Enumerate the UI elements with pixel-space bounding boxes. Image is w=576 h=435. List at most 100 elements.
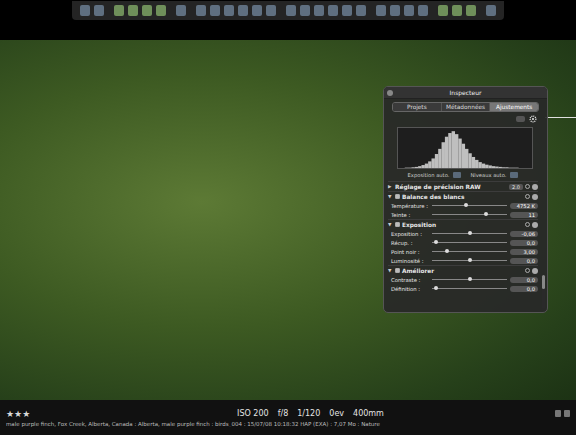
exif-value: 0ev <box>329 409 344 418</box>
auto-button[interactable]: Niveaux auto. <box>470 172 506 178</box>
tool-icon[interactable] <box>128 5 138 16</box>
badge-icon[interactable] <box>564 410 570 417</box>
section-checkbox[interactable] <box>395 194 400 199</box>
tool-icon[interactable] <box>466 5 476 16</box>
histogram-bar <box>442 142 445 168</box>
tool-icon[interactable] <box>196 5 206 16</box>
tool-icon[interactable] <box>286 5 296 16</box>
section-header[interactable]: ▼ Balance des blancs <box>388 191 538 201</box>
value-field[interactable]: 0,0 <box>510 286 538 292</box>
tool-icon[interactable] <box>156 5 166 16</box>
slider[interactable] <box>432 260 507 261</box>
gear-icon[interactable] <box>532 268 538 274</box>
presets-dropdown-icon[interactable] <box>516 116 525 122</box>
tool-icon[interactable] <box>486 5 496 16</box>
tool-icon[interactable] <box>438 5 448 16</box>
section-header[interactable]: ▼ Exposition <box>388 219 538 229</box>
auto-button[interactable]: Exposition auto. <box>408 172 450 178</box>
rating-stars[interactable]: ★★★ <box>6 409 66 419</box>
slider[interactable] <box>432 288 507 289</box>
tool-icon[interactable] <box>418 5 428 16</box>
histogram-bar <box>482 164 485 168</box>
scrollbar[interactable] <box>542 275 545 309</box>
histogram-bar <box>525 168 528 169</box>
tab[interactable]: Projets <box>393 103 441 111</box>
section-header[interactable]: ▶ Réglage de précision RAW 2.0 <box>388 181 538 191</box>
slider-row: Point noir : 3,00 <box>388 247 538 256</box>
inspector-hud[interactable]: Inspecteur ProjetsMétadonnéesAjustements… <box>383 86 548 313</box>
tool-icon[interactable] <box>94 5 104 16</box>
callout-line <box>545 117 576 118</box>
tab[interactable]: Métadonnées <box>441 103 490 111</box>
histogram-bar <box>405 167 408 168</box>
tool-icon[interactable] <box>452 5 462 16</box>
tool-icon[interactable] <box>390 5 400 16</box>
gear-icon[interactable] <box>532 194 538 200</box>
histogram-bar <box>458 139 461 168</box>
section-checkbox[interactable] <box>395 222 400 227</box>
reset-icon[interactable] <box>525 222 530 227</box>
lock-icon[interactable] <box>555 410 561 417</box>
toolbar-group <box>486 5 496 16</box>
close-icon[interactable] <box>387 90 393 96</box>
exif-value: 1/120 <box>297 409 320 418</box>
reset-icon[interactable] <box>525 268 530 273</box>
value-field[interactable]: 0,0 <box>510 240 538 246</box>
value-field[interactable]: 4752 K <box>510 203 538 209</box>
tab-bar: ProjetsMétadonnéesAjustements <box>392 102 539 112</box>
tool-icon[interactable] <box>142 5 152 16</box>
histogram-bar <box>448 133 451 168</box>
gear-icon[interactable] <box>529 115 537 123</box>
histogram-bar <box>478 162 481 168</box>
slider-row: Contraste : 0,0 <box>388 275 538 284</box>
slider[interactable] <box>432 251 507 252</box>
tool-icon[interactable] <box>238 5 248 16</box>
tool-icon[interactable] <box>328 5 338 16</box>
slider[interactable] <box>432 233 507 234</box>
tool-icon[interactable] <box>266 5 276 16</box>
tool-icon[interactable] <box>314 5 324 16</box>
value-field[interactable]: -0,06 <box>510 231 538 237</box>
slider[interactable] <box>432 279 507 280</box>
inspector-titlebar[interactable]: Inspecteur <box>384 87 547 99</box>
tool-icon[interactable] <box>252 5 262 16</box>
histogram-bar <box>472 157 475 168</box>
section-header[interactable]: ▼ Améliorer <box>388 265 538 275</box>
value-field[interactable]: 0,0 <box>510 277 538 283</box>
histogram-bar <box>421 165 424 168</box>
tool-icon[interactable] <box>404 5 414 16</box>
toolbar-group <box>80 5 104 16</box>
tool-icon[interactable] <box>300 5 310 16</box>
histogram-bar <box>401 168 404 169</box>
gear-icon[interactable] <box>532 184 538 190</box>
auto-icon[interactable] <box>510 172 518 178</box>
slider[interactable] <box>432 205 507 206</box>
tool-icon[interactable] <box>356 5 366 16</box>
slider[interactable] <box>432 214 507 215</box>
slider[interactable] <box>432 242 507 243</box>
disclosure-triangle[interactable]: ▼ <box>388 194 393 199</box>
tool-icon[interactable] <box>176 5 186 16</box>
tool-icon[interactable] <box>342 5 352 16</box>
tool-icon[interactable] <box>210 5 220 16</box>
section-checkbox[interactable] <box>395 268 400 273</box>
tool-icon[interactable] <box>114 5 124 16</box>
reset-icon[interactable] <box>525 184 530 189</box>
gear-icon[interactable] <box>532 222 538 228</box>
histogram-bar <box>485 165 488 168</box>
tool-icon[interactable] <box>80 5 90 16</box>
value-field[interactable]: 3,00 <box>510 249 538 255</box>
tool-icon[interactable] <box>224 5 234 16</box>
auto-icon[interactable] <box>453 172 461 178</box>
disclosure-triangle[interactable]: ▼ <box>388 268 393 273</box>
disclosure-triangle[interactable]: ▼ <box>388 222 393 227</box>
tab[interactable]: Ajustements <box>489 103 538 111</box>
slider-row: Teinte : 11 <box>388 210 538 219</box>
value-field[interactable]: 11 <box>510 212 538 218</box>
tool-icon[interactable] <box>376 5 386 16</box>
disclosure-triangle[interactable]: ▶ <box>388 184 393 189</box>
exif-value: ISO 200 <box>237 409 269 418</box>
value-field[interactable]: 0,0 <box>510 258 538 264</box>
version-dropdown[interactable]: 2.0 <box>509 184 523 190</box>
reset-icon[interactable] <box>525 194 530 199</box>
